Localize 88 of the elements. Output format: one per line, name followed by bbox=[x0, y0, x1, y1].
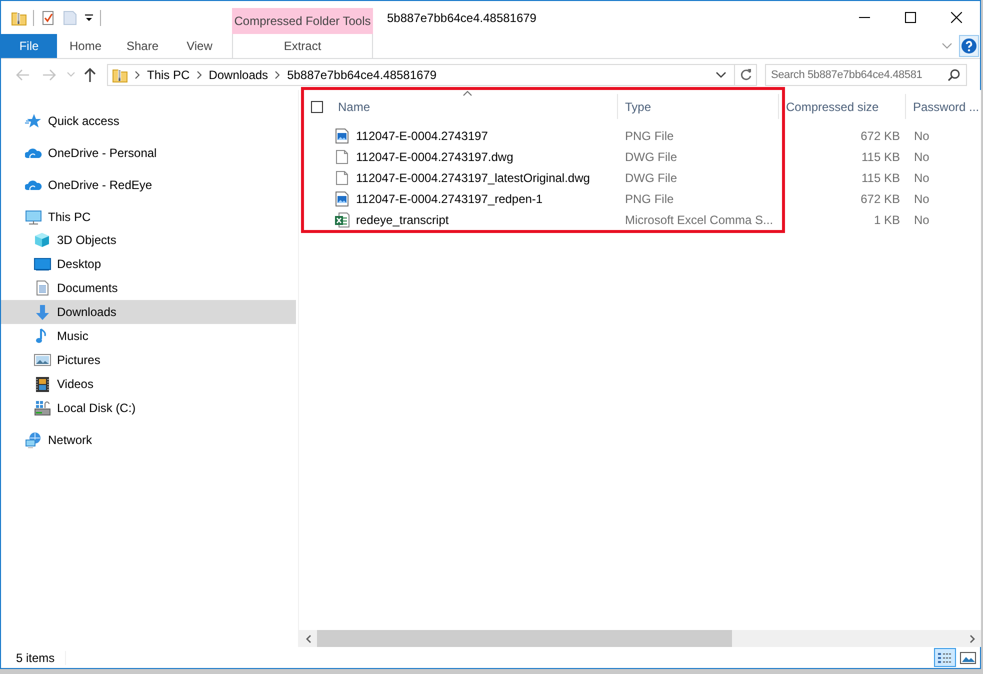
nav-item[interactable]: Downloads bbox=[1, 300, 296, 324]
film-icon bbox=[34, 376, 51, 392]
nav-item[interactable]: Local Disk (C:) bbox=[1, 396, 296, 420]
table-cell-text: 672 KB bbox=[860, 192, 901, 206]
table-cell-text: No bbox=[913, 170, 930, 184]
search-field[interactable]: Search 5b887e7bb64ce4.48581 bbox=[765, 64, 967, 86]
nav-item[interactable]: Quick access bbox=[1, 110, 296, 132]
nav-item[interactable]: Music bbox=[1, 324, 296, 348]
column-header[interactable]: Password ... bbox=[906, 94, 981, 119]
breadcrumb-separator-icon bbox=[196, 70, 202, 78]
file-name[interactable]: 112047-E-0004.2743197_latestOriginal.dwg bbox=[356, 170, 590, 184]
window-title: 5b887e7bb64ce4.48581679 bbox=[387, 10, 536, 24]
file-name[interactable]: 112047-E-0004.2743197 bbox=[356, 128, 488, 142]
zip-folder-icon[interactable] bbox=[11, 10, 27, 26]
column-header[interactable]: Name bbox=[305, 94, 618, 119]
breadcrumb-separator-icon bbox=[135, 70, 140, 78]
table-cell-text: 672 KB bbox=[860, 128, 901, 142]
ribbon-tab[interactable]: View bbox=[171, 34, 228, 58]
breadcrumb-separator-icon bbox=[275, 70, 280, 78]
ribbon-tab[interactable]: Home bbox=[57, 34, 114, 58]
search-icon bbox=[948, 68, 960, 80]
nav-item[interactable]: Pictures bbox=[1, 348, 296, 372]
nav-item[interactable]: OneDrive - RedEye bbox=[1, 174, 296, 196]
ribbon-tab[interactable]: Share bbox=[114, 34, 171, 58]
item-count: 5 items bbox=[1, 650, 66, 664]
desktop-icon bbox=[34, 256, 51, 272]
table-cell-text: No bbox=[913, 212, 930, 226]
spreadsheet-icon bbox=[334, 212, 350, 228]
scrollbar-thumb[interactable] bbox=[317, 630, 732, 647]
table-cell-text: Microsoft Excel Comma S... bbox=[624, 212, 774, 226]
file-menu-button[interactable]: File bbox=[1, 34, 57, 58]
document-icon bbox=[34, 280, 51, 296]
view-button[interactable] bbox=[934, 648, 956, 667]
nav-item[interactable]: OneDrive - Personal bbox=[1, 142, 296, 164]
nav-item[interactable]: 3D Objects bbox=[1, 228, 296, 252]
table-cell-text: 115 KB bbox=[860, 150, 901, 164]
maximize-icon bbox=[904, 12, 916, 23]
nav-item[interactable]: Network bbox=[1, 429, 296, 451]
horizontal-scrollbar[interactable] bbox=[299, 630, 981, 647]
nav-item[interactable]: This PC bbox=[1, 206, 296, 228]
contextual-tab-group: Compressed Folder Tools bbox=[232, 8, 373, 34]
monitor-icon bbox=[25, 209, 42, 225]
image-file-icon bbox=[334, 128, 350, 144]
zip-folder-icon bbox=[112, 66, 128, 82]
address-bar[interactable]: This PC Downloads 5b887e7bb64ce4.48581679 bbox=[107, 64, 735, 86]
close-icon bbox=[950, 12, 962, 23]
up-arrow-icon[interactable] bbox=[84, 68, 96, 82]
drive-icon bbox=[34, 400, 51, 416]
properties-icon[interactable] bbox=[40, 10, 56, 26]
refresh-icon bbox=[740, 68, 752, 81]
help-button[interactable] bbox=[959, 35, 979, 57]
image-file-icon bbox=[334, 190, 350, 206]
nav-item[interactable]: Videos bbox=[1, 372, 296, 396]
table-cell-text: No bbox=[913, 150, 930, 164]
column-header[interactable]: Type bbox=[618, 94, 779, 119]
large-icons-view-icon bbox=[960, 652, 976, 664]
table-cell-text: 1 KB bbox=[872, 212, 901, 226]
file-name[interactable]: 112047-E-0004.2743197_redpen-1 bbox=[356, 192, 543, 206]
file-name[interactable]: 112047-E-0004.2743197.dwg bbox=[356, 150, 514, 164]
file-name[interactable]: redeye_transcript bbox=[356, 212, 449, 226]
nav-item[interactable]: Desktop bbox=[1, 252, 296, 276]
table-cell-text: DWG File bbox=[624, 170, 678, 184]
nav-item[interactable]: Documents bbox=[1, 276, 296, 300]
table-cell-text: DWG File bbox=[624, 150, 678, 164]
down-arrow-icon bbox=[34, 304, 51, 320]
details-view-icon bbox=[937, 652, 953, 664]
file-icon bbox=[334, 170, 350, 186]
star-icon bbox=[25, 113, 42, 129]
breadcrumb[interactable]: Downloads bbox=[208, 68, 268, 82]
breadcrumb[interactable]: This PC bbox=[147, 68, 190, 82]
column-header[interactable]: Compressed size bbox=[779, 94, 906, 119]
picture-icon bbox=[34, 352, 51, 368]
help-icon bbox=[961, 38, 977, 54]
expand-ribbon-icon[interactable] bbox=[942, 43, 952, 49]
address-dropdown-icon[interactable] bbox=[716, 72, 726, 78]
table-cell-text: 115 KB bbox=[860, 170, 901, 184]
select-all-checkbox[interactable] bbox=[311, 100, 323, 112]
network-icon bbox=[25, 432, 42, 448]
cube-icon bbox=[34, 232, 51, 248]
file-icon bbox=[334, 148, 350, 164]
table-cell-text: No bbox=[913, 192, 930, 206]
table-cell-text: PNG File bbox=[624, 128, 675, 142]
breadcrumb[interactable]: 5b887e7bb64ce4.48581679 bbox=[287, 68, 437, 82]
refresh-button[interactable] bbox=[735, 64, 757, 86]
scroll-left-icon[interactable] bbox=[306, 634, 310, 642]
table-cell-text: PNG File bbox=[624, 192, 675, 206]
table-cell-text: No bbox=[913, 128, 930, 142]
scroll-right-icon[interactable] bbox=[970, 634, 974, 642]
